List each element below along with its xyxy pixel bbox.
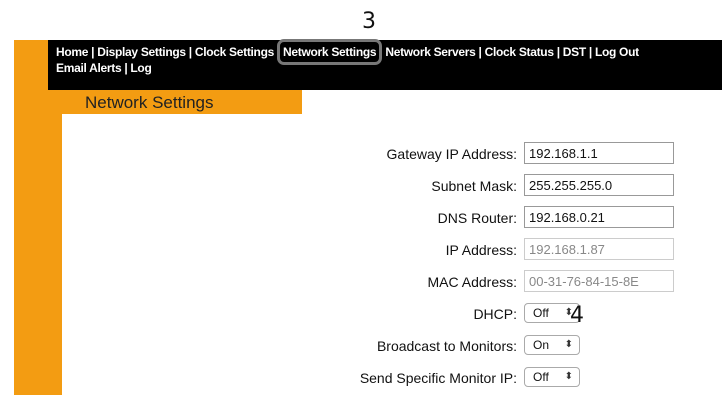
specific-ip-label: Send Specific Monitor IP: bbox=[359, 370, 517, 386]
nav-line-2: Email Alerts | Log bbox=[56, 61, 152, 75]
broadcast-row: Broadcast to Monitors: On ⬍ bbox=[62, 334, 722, 358]
dhcp-row: DHCP: Off ⬍ bbox=[62, 302, 722, 326]
gateway-row: Gateway IP Address: bbox=[62, 142, 722, 166]
dhcp-selected-value: Off bbox=[533, 306, 549, 320]
gateway-ip-input[interactable] bbox=[524, 142, 674, 164]
ip-label: IP Address: bbox=[445, 242, 517, 258]
select-arrows-icon: ⬍ bbox=[564, 339, 573, 350]
ip-address-field bbox=[524, 238, 674, 260]
mac-row: MAC Address: bbox=[62, 270, 722, 294]
specific-ip-select[interactable]: Off ⬍ bbox=[524, 367, 580, 387]
nav-separator: | bbox=[91, 45, 95, 59]
top-navigation: Home | Display Settings | Clock Settings | Net… bbox=[48, 39, 722, 90]
broadcast-selected-value: On bbox=[533, 338, 550, 352]
subnet-mask-input[interactable] bbox=[524, 174, 674, 196]
nav-separator: | bbox=[124, 61, 128, 75]
dhcp-label: DHCP: bbox=[473, 306, 517, 322]
settings-form: Gateway IP Address: Subnet Mask: DNS Rou… bbox=[62, 114, 722, 395]
dns-label: DNS Router: bbox=[437, 210, 517, 226]
nav-separator: | bbox=[478, 45, 482, 59]
nav-link-log[interactable]: Log bbox=[130, 61, 151, 75]
nav-line-1: Home | Display Settings | Clock Settings | Net… bbox=[56, 39, 639, 65]
nav-link-display-settings[interactable]: Display Settings bbox=[97, 45, 186, 59]
nav-link-clock-settings[interactable]: Clock Settings bbox=[195, 45, 274, 59]
nav-link-home[interactable]: Home bbox=[56, 45, 88, 59]
mac-address-field bbox=[524, 270, 674, 292]
nav-link-log-out[interactable]: Log Out bbox=[595, 45, 639, 59]
nav-link-email-alerts[interactable]: Email Alerts bbox=[56, 61, 122, 75]
gateway-label: Gateway IP Address: bbox=[386, 146, 517, 162]
callout-number-4: 4 bbox=[570, 303, 584, 328]
nav-link-dst[interactable]: DST bbox=[563, 45, 586, 59]
ip-row: IP Address: bbox=[62, 238, 722, 262]
page-frame: Home | Display Settings | Clock Settings | Net… bbox=[14, 39, 722, 395]
subnet-label: Subnet Mask: bbox=[431, 178, 517, 194]
content-top-area bbox=[302, 90, 722, 114]
nav-separator: | bbox=[188, 45, 192, 59]
broadcast-select[interactable]: On ⬍ bbox=[524, 335, 580, 355]
nav-separator: | bbox=[276, 45, 281, 59]
page-title: Network Settings bbox=[85, 93, 214, 112]
dns-router-input[interactable] bbox=[524, 206, 674, 228]
subnet-row: Subnet Mask: bbox=[62, 174, 722, 198]
nav-link-network-servers[interactable]: Network Servers bbox=[385, 45, 476, 59]
specific-ip-row: Send Specific Monitor IP: Off ⬍ bbox=[62, 366, 722, 390]
mac-label: MAC Address: bbox=[427, 274, 517, 290]
nav-separator: | bbox=[588, 45, 592, 59]
specific-ip-selected-value: Off bbox=[533, 370, 549, 384]
dns-row: DNS Router: bbox=[62, 206, 722, 230]
select-arrows-icon: ⬍ bbox=[564, 371, 573, 382]
broadcast-label: Broadcast to Monitors: bbox=[376, 338, 517, 354]
nav-link-clock-status[interactable]: Clock Status bbox=[485, 45, 554, 59]
nav-separator: | bbox=[556, 45, 560, 59]
callout-number-3: 3 bbox=[362, 9, 376, 34]
page-title-tab: Network Settings bbox=[48, 90, 302, 114]
nav-link-network-settings[interactable]: Network Settings bbox=[277, 39, 383, 65]
